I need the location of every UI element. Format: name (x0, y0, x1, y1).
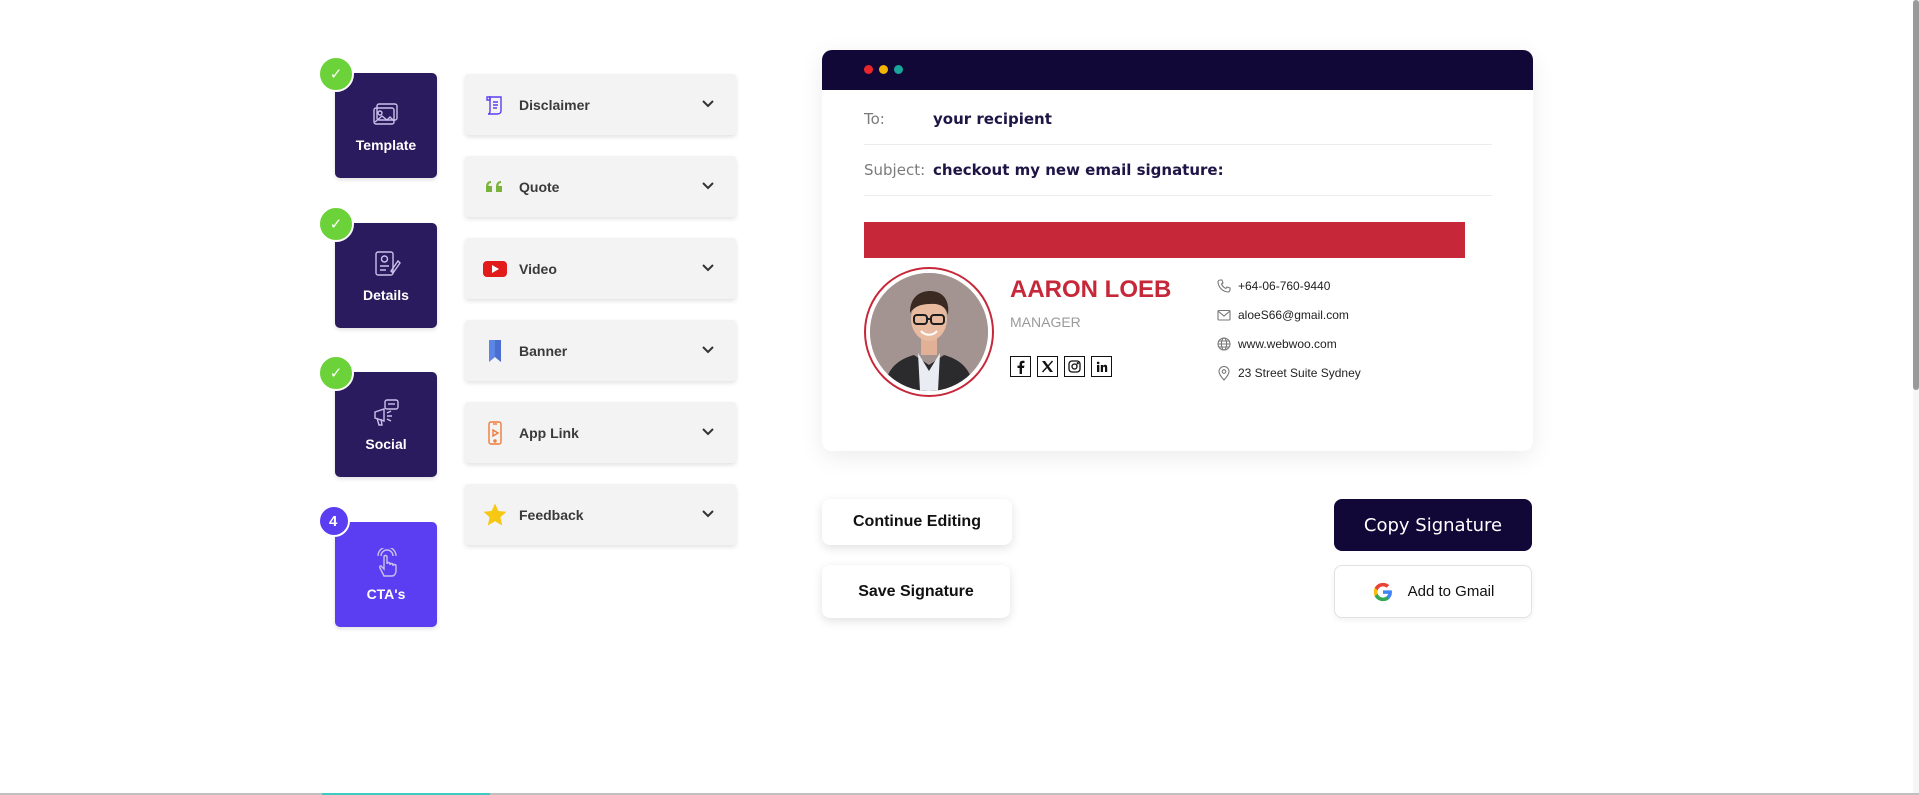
add-to-gmail-button[interactable]: Add to Gmail (1334, 565, 1532, 618)
x-icon[interactable] (1037, 356, 1058, 377)
scrollbar-thumb[interactable] (1913, 0, 1919, 390)
subject-label: Subject: (864, 161, 926, 179)
step-template[interactable]: ✓ Template (318, 56, 437, 178)
accordion-label: App Link (519, 424, 579, 441)
contact-website: www.webwoo.com (1216, 336, 1337, 352)
window-titlebar (822, 50, 1533, 90)
social-icons (1010, 356, 1112, 377)
step-label: CTA's (366, 585, 406, 602)
accordion-banner[interactable]: Banner (465, 320, 736, 381)
phone-text: +64-06-760-9440 (1238, 279, 1331, 293)
accordion-feedback[interactable]: Feedback (465, 484, 736, 545)
signature-title: MANAGER (1010, 314, 1081, 330)
phone-icon (1216, 278, 1232, 294)
copy-signature-button[interactable]: Copy Signature (1334, 499, 1532, 551)
megaphone-icon (374, 398, 399, 426)
save-signature-button[interactable]: Save Signature (822, 565, 1010, 618)
email-text: aloeS66@gmail.com (1238, 308, 1349, 322)
step-label: Details (363, 286, 409, 303)
signature-banner-bar (864, 222, 1465, 258)
chevron-down-icon[interactable] (700, 178, 716, 194)
chevron-down-icon[interactable] (700, 96, 716, 112)
avatar (870, 273, 988, 391)
subject-value: checkout my new email signature: (933, 161, 1224, 179)
instagram-icon[interactable] (1064, 356, 1085, 377)
document-edit-icon (375, 250, 401, 276)
website-text: www.webwoo.com (1238, 337, 1337, 351)
address-text: 23 Street Suite Sydney (1238, 366, 1361, 380)
to-value: your recipient (933, 110, 1052, 128)
step-social[interactable]: ✓ Social (318, 355, 437, 477)
step-ctas[interactable]: 4 CTA's (318, 505, 437, 627)
contact-phone: +64-06-760-9440 (1216, 278, 1330, 294)
avatar-ring (864, 267, 994, 397)
window-dot-red (864, 65, 873, 74)
mail-icon (1216, 307, 1232, 323)
accordion-disclaimer[interactable]: Disclaimer (465, 74, 736, 135)
chevron-down-icon[interactable] (700, 506, 716, 522)
quote-icon (482, 174, 508, 200)
step-details[interactable]: ✓ Details (318, 206, 437, 328)
facebook-icon[interactable] (1010, 356, 1031, 377)
continue-editing-button[interactable]: Continue Editing (822, 499, 1012, 545)
signature-name: AARON LOEB (1010, 276, 1172, 303)
step-number-badge: 4 (318, 505, 350, 537)
accordion-app-link[interactable]: App Link (465, 402, 736, 463)
check-badge-icon: ✓ (318, 206, 354, 242)
chevron-down-icon[interactable] (700, 342, 716, 358)
chevron-down-icon[interactable] (700, 424, 716, 440)
step-label: Template (355, 136, 417, 153)
window-dot-teal (894, 65, 903, 74)
globe-icon (1216, 336, 1232, 352)
step-label: Social (365, 435, 407, 452)
accordion-label: Feedback (519, 506, 584, 523)
google-icon (1373, 582, 1392, 601)
chevron-down-icon[interactable] (700, 260, 716, 276)
scroll-icon (482, 92, 508, 118)
divider (864, 195, 1492, 196)
image-frame-icon (373, 102, 398, 125)
bookmark-ribbon-icon (482, 338, 508, 364)
accordion-quote[interactable]: Quote (465, 156, 736, 217)
to-label: To: (864, 110, 885, 128)
check-badge-icon: ✓ (318, 56, 354, 92)
contact-email: aloeS66@gmail.com (1216, 307, 1349, 323)
email-preview: To: your recipient Subject: checkout my … (822, 50, 1533, 451)
location-pin-icon (1216, 365, 1232, 381)
accordion-label: Quote (519, 178, 560, 195)
youtube-icon (482, 256, 508, 282)
contact-address: 23 Street Suite Sydney (1216, 365, 1361, 381)
add-to-gmail-label: Add to Gmail (1407, 583, 1495, 600)
mobile-app-icon (482, 420, 508, 446)
linkedin-icon[interactable] (1091, 356, 1112, 377)
divider (864, 144, 1492, 145)
accordion-label: Banner (519, 342, 568, 359)
accordion-label: Disclaimer (519, 96, 590, 113)
window-dot-yellow (879, 65, 888, 74)
accordion-video[interactable]: Video (465, 238, 736, 299)
tap-hand-icon (377, 547, 397, 577)
page-scrollbar[interactable] (1913, 0, 1919, 795)
check-badge-icon: ✓ (318, 355, 354, 391)
accordion-label: Video (519, 260, 557, 277)
star-icon (482, 502, 508, 528)
